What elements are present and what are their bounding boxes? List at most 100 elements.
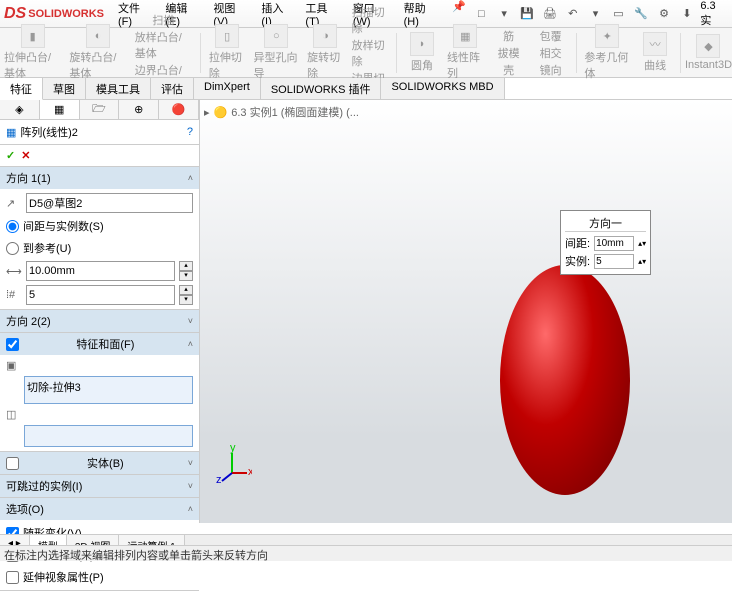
count-up[interactable]: ▴ [179,285,193,295]
section-options-header[interactable]: 选项(O)˄ [0,498,199,520]
section-dir2-header[interactable]: 方向 2(2)˅ [0,310,199,332]
spacing-input[interactable] [26,261,175,281]
new-icon[interactable]: □ [472,4,491,24]
features-listbox[interactable]: 切除-拉伸3 [24,376,193,404]
tab-mold[interactable]: 模具工具 [86,78,151,99]
rb-revolve-cut[interactable]: ◑旋转切除 [307,24,344,81]
linear-pattern-icon: ▦ [6,126,16,139]
tab-features[interactable]: 特征 [0,78,43,100]
menu-help[interactable]: 帮助(H) [398,0,445,32]
coord-icon[interactable]: ⬇ [678,4,697,24]
save-icon[interactable]: 💾 [518,4,537,24]
fm-tab-tree[interactable]: ◈ [0,100,40,119]
rb-hole-wizard[interactable]: ○异型孔向导 [253,24,299,81]
extrude-cut-icon: ▯ [215,24,239,48]
select-icon[interactable]: ▭ [609,4,628,24]
rb-fillet[interactable]: ◗圆角 [405,32,439,73]
status-text: 在标注内选择域来编辑排列内容或单击箭头来反转方向 [4,550,268,562]
pattern-callout[interactable]: 方向一 间距:▴▾ 实例:▴▾ [560,210,651,275]
options-icon[interactable]: ⚙ [655,4,674,24]
property-manager: ◈ ▦ 🗁 ⊕ 🔴 ▦ 阵列(线性)2 ? ✓ ✕ 方向 1(1)˄ ↗ [0,100,200,523]
rb-curves[interactable]: 〰曲线 [638,32,672,73]
rb-extrude-boss[interactable]: ▮拉伸凸台/基体 [4,24,61,81]
model-body[interactable] [500,265,630,495]
pm-help-icon[interactable]: ? [187,126,193,138]
fm-tab-appear[interactable]: 🔴 [159,100,199,119]
view-triad[interactable]: y x z [212,443,252,483]
feature-list-icon: ▣ [6,359,22,372]
rb-refgeom[interactable]: ✦参考几何体 [584,24,630,81]
opt-spacing-count[interactable]: 间距与实例数(S) [6,217,193,235]
rb-instant3d[interactable]: ◆Instant3D [689,34,728,71]
rb-wrap[interactable]: 包覆相交镜向 [534,28,568,78]
section-dir1-header[interactable]: 方向 1(1)˄ [0,167,199,189]
tab-addins[interactable]: SOLIDWORKS 插件 [261,78,382,99]
chevron-up-icon: ˄ [188,339,193,349]
opt-to-reference[interactable]: 到参考(U) [6,239,193,257]
chevron-down-icon: ˅ [188,458,193,468]
count-icon: ⁞# [6,289,22,301]
curves-icon: 〰 [643,32,667,56]
rb-rib[interactable]: 筋拔模壳 [492,28,526,78]
status-bar: 在标注内选择域来编辑排列内容或单击箭头来反转方向 [0,545,732,561]
fm-tab-config[interactable]: 🗁 [80,100,120,119]
app-title: SOLIDWORKS [28,8,104,20]
section-features-header[interactable]: 特征和面(F)˄ [0,333,199,355]
open-icon[interactable]: ▾ [495,4,514,24]
count-input[interactable] [26,285,175,305]
svg-text:y: y [230,443,236,454]
pm-title: 阵列(线性)2 [20,124,77,140]
section-skip-header[interactable]: 可跳过的实例(I)˅ [0,475,199,497]
redo-icon[interactable]: ▾ [586,4,605,24]
command-tabs: 特征 草图 模具工具 评估 DimXpert SOLIDWORKS 插件 SOL… [0,78,732,100]
chevron-down-icon: ˅ [188,481,193,491]
spacing-down[interactable]: ▾ [179,271,193,281]
fm-tab-display[interactable]: ⊕ [119,100,159,119]
chevron-down-icon: ˅ [188,316,193,326]
callout-count-input[interactable] [594,254,634,269]
count-down[interactable]: ▾ [179,295,193,305]
callout-count-label: 实例: [565,253,590,269]
rb-pattern[interactable]: ▦线性阵列 [447,24,484,81]
breadcrumb-doc: 6.3 实 [700,0,728,28]
chevron-up-icon: ˄ [188,173,193,183]
svg-text:x: x [248,466,252,478]
fillet-icon: ◗ [410,32,434,56]
undo-icon[interactable]: ↶ [563,4,582,24]
tab-sketch[interactable]: 草图 [43,78,86,99]
graphics-viewport[interactable]: ▸ 🟡 6.3 实例1 (椭圆面建模) (... 方向一 间距:▴▾ 实例:▴▾… [200,100,732,523]
chevron-up-icon: ˄ [188,504,193,514]
revolve-boss-icon: ◐ [86,24,110,48]
features-chk[interactable] [6,338,19,351]
callout-spacing-input[interactable] [594,236,634,251]
tab-mbd[interactable]: SOLIDWORKS MBD [381,78,504,99]
refgeom-icon: ✦ [595,24,619,48]
spacing-icon: ⟷ [6,265,22,278]
callout-spacing-label: 间距: [565,235,590,251]
pm-ok[interactable]: ✓ [6,149,15,162]
pm-cancel[interactable]: ✕ [21,149,30,162]
direction-ref-icon[interactable]: ↗ [6,197,22,210]
print-icon[interactable]: 🖨 [540,4,559,24]
rebuild-icon[interactable]: 🔧 [632,4,651,24]
rb-extrude-cut[interactable]: ▯拉伸切除 [209,24,246,81]
part-icon: 🟡 [214,106,228,119]
callout-title: 方向一 [565,215,646,232]
revolve-cut-icon: ◑ [313,24,337,48]
spacing-up[interactable]: ▴ [179,261,193,271]
bodies-chk[interactable] [6,457,19,470]
rb-revolve-boss[interactable]: ◐旋转凸台/基体 [69,24,126,81]
direction-ref-input[interactable] [26,193,193,213]
tab-dimxpert[interactable]: DimXpert [194,78,261,99]
fm-tab-pm[interactable]: ▦ [40,100,80,119]
hole-icon: ○ [264,24,288,48]
expand-icon[interactable]: ▸ [204,106,210,119]
app-logo: DS SOLIDWORKS [4,5,104,23]
instant3d-icon: ◆ [696,34,720,58]
section-bodies-header[interactable]: 实体(B)˅ [0,452,199,474]
svg-text:z: z [216,474,222,483]
tab-evaluate[interactable]: 评估 [151,78,194,99]
chk-prop[interactable]: 延伸视象属性(P) [6,568,193,586]
faces-listbox[interactable] [24,425,193,447]
flyout-tree[interactable]: ▸ 🟡 6.3 实例1 (椭圆面建模) (... [204,104,359,120]
